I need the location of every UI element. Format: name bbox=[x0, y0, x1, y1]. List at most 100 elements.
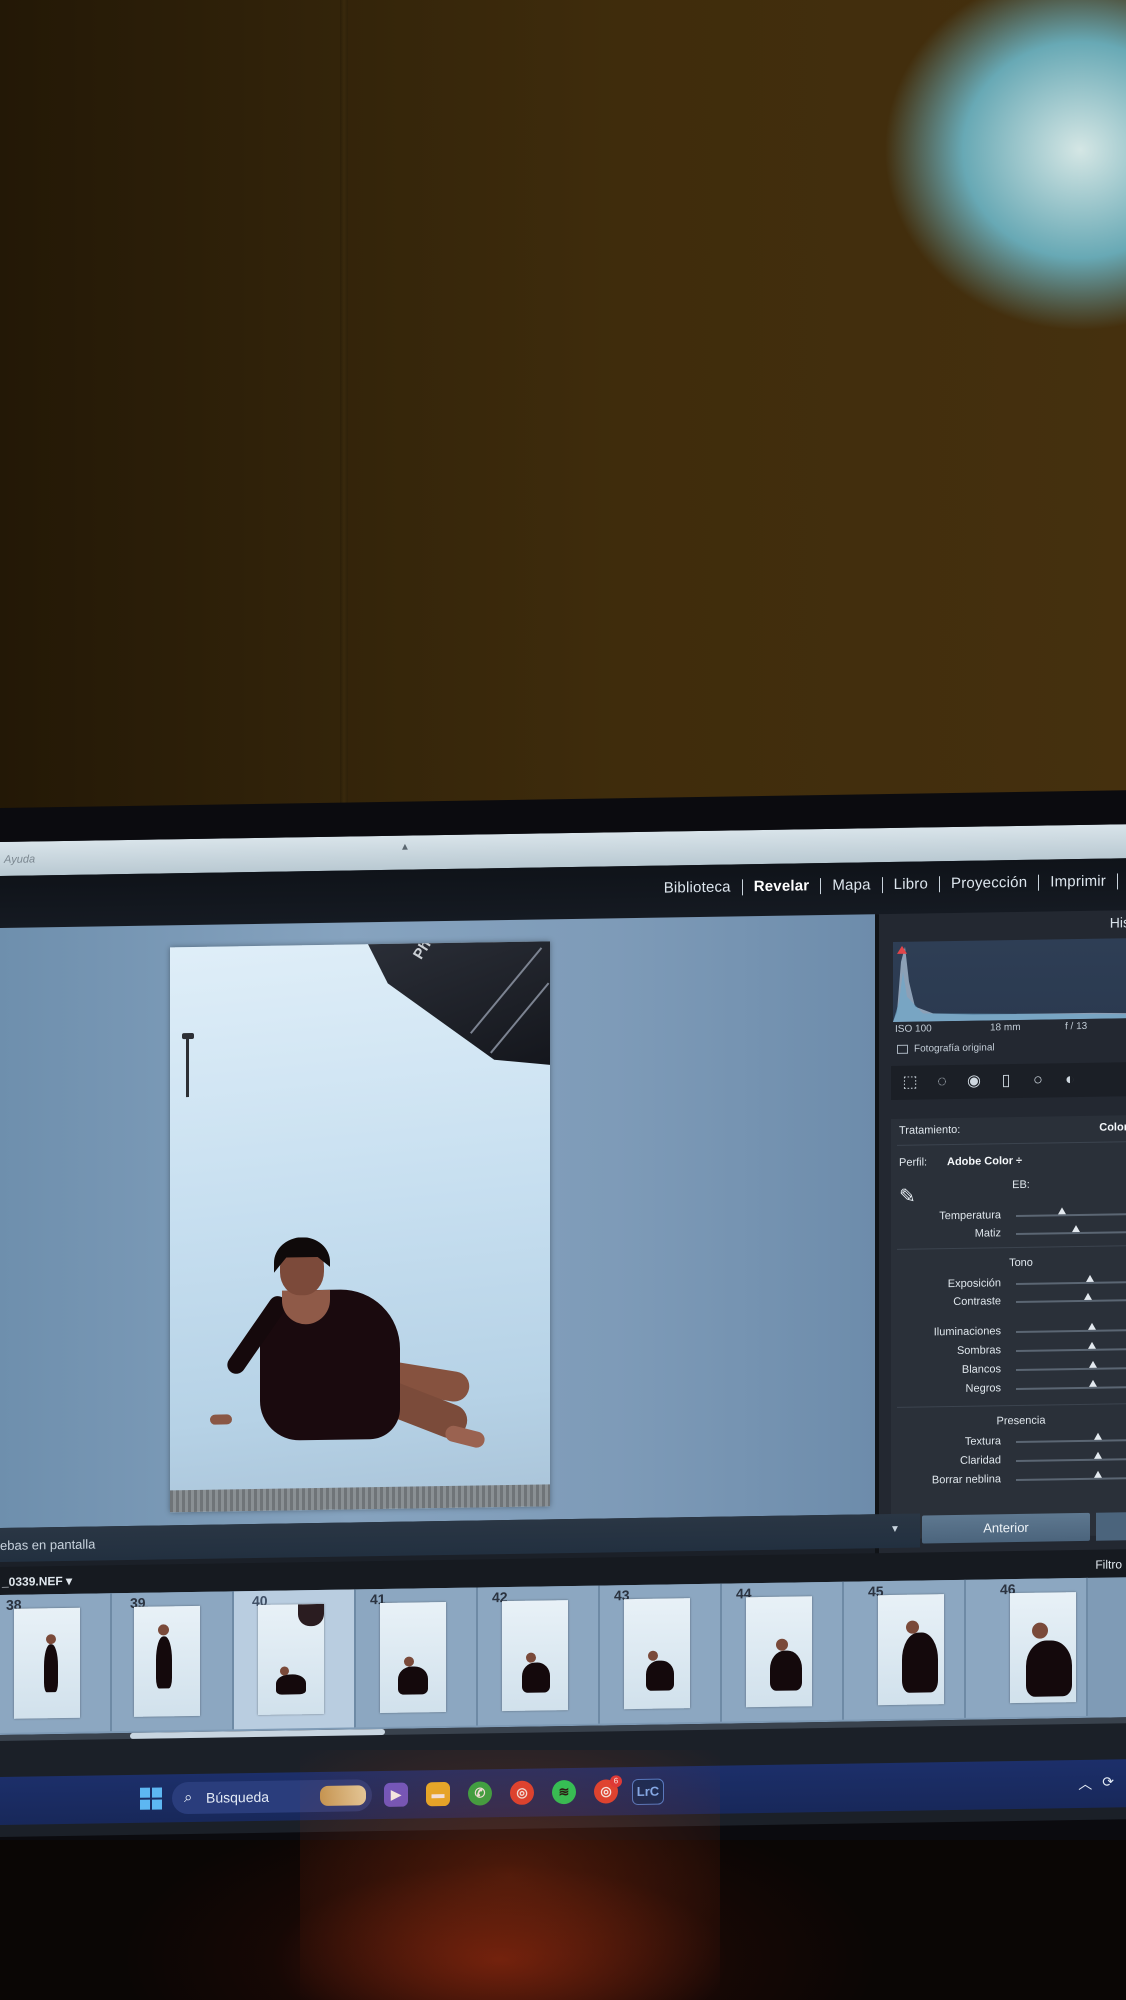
whatsapp-icon[interactable]: ✆ bbox=[468, 1781, 492, 1806]
filmstrip-cell[interactable]: 41 bbox=[356, 1587, 478, 1728]
photo-viewer[interactable]: Photo bbox=[0, 914, 875, 1528]
histogram-graph bbox=[893, 946, 1126, 1022]
module-libro[interactable]: Libro bbox=[883, 875, 939, 893]
module-revelar[interactable]: Revelar bbox=[743, 877, 821, 895]
tint-slider[interactable] bbox=[1016, 1231, 1126, 1236]
spotify-icon[interactable]: ≋ bbox=[552, 1779, 576, 1805]
toolbar-menu-icon[interactable]: ▼ bbox=[890, 1524, 900, 1535]
filmstrip-cell[interactable]: 44 bbox=[722, 1581, 844, 1722]
red-eye-icon[interactable]: ◉ bbox=[965, 1073, 983, 1091]
blacks-slider-thumb[interactable] bbox=[1088, 1379, 1097, 1387]
tint-slider-thumb[interactable] bbox=[1072, 1225, 1080, 1233]
taskbar-search[interactable]: ⌕ Búsqueda bbox=[172, 1779, 372, 1815]
filmstrip-cell[interactable]: 38 bbox=[0, 1593, 112, 1734]
thumb-figure bbox=[522, 1662, 550, 1693]
original-photo-checkbox[interactable] bbox=[897, 1044, 908, 1054]
module-biblioteca[interactable]: Biblioteca bbox=[653, 878, 742, 897]
temperature-slider-thumb[interactable] bbox=[1057, 1207, 1066, 1215]
main-photo[interactable]: Photo bbox=[170, 941, 550, 1513]
divider bbox=[897, 1141, 1126, 1146]
module-imprimir[interactable]: Imprimir bbox=[1039, 872, 1117, 891]
divider bbox=[897, 1403, 1126, 1408]
sync-icon[interactable]: ⟳ bbox=[1102, 1773, 1114, 1793]
thumb-head bbox=[526, 1652, 536, 1663]
slider-label: Negros bbox=[965, 1382, 1001, 1395]
file-explorer-icon[interactable]: ▬ bbox=[426, 1781, 450, 1807]
filmstrip-cell[interactable]: 46 bbox=[966, 1577, 1088, 1718]
help-menu[interactable]: Ayuda bbox=[4, 853, 35, 865]
module-proyeccion[interactable]: Proyección bbox=[940, 874, 1038, 893]
filter-label[interactable]: Filtro bbox=[1095, 1557, 1122, 1571]
module-mapa[interactable]: Mapa bbox=[821, 876, 881, 894]
chrome-icon[interactable]: ◎ bbox=[510, 1780, 534, 1805]
treatment-color-option[interactable]: Color bbox=[1099, 1121, 1126, 1133]
chevron-up-icon[interactable]: ︿ bbox=[1078, 1774, 1092, 1794]
exif-info: ISO 100 18 mm f / 13 bbox=[895, 1020, 1126, 1035]
histogram[interactable] bbox=[893, 938, 1126, 1022]
dehaze-slider-thumb[interactable] bbox=[1093, 1470, 1102, 1478]
reset-button[interactable] bbox=[1096, 1512, 1126, 1541]
search-highlight-image bbox=[320, 1785, 366, 1806]
soft-proofing-label[interactable]: ebas en pantalla bbox=[0, 1537, 95, 1553]
dehaze-slider[interactable] bbox=[1016, 1477, 1126, 1482]
temperature-slider[interactable] bbox=[1016, 1213, 1126, 1218]
original-photo-toggle[interactable]: Fotografía original bbox=[897, 1042, 995, 1055]
contrast-slider-thumb[interactable] bbox=[1084, 1292, 1092, 1300]
treatment-label: Tratamiento: bbox=[899, 1123, 961, 1137]
collapse-top-panel-icon[interactable]: ▲ bbox=[400, 842, 410, 853]
previous-button[interactable]: Anterior bbox=[922, 1512, 1090, 1544]
thumb-figure bbox=[902, 1632, 938, 1693]
thumbnail bbox=[502, 1600, 568, 1712]
windows-start-icon[interactable] bbox=[140, 1787, 162, 1810]
slider-label: Sombras bbox=[956, 1344, 1001, 1357]
slider-label: Contraste bbox=[953, 1295, 1001, 1309]
healing-icon[interactable]: ◌ bbox=[933, 1073, 951, 1091]
whites-slider[interactable] bbox=[1016, 1367, 1126, 1372]
filmstrip-cell[interactable]: 43 bbox=[600, 1583, 722, 1724]
thumb-figure bbox=[1026, 1640, 1072, 1697]
slider-label: Iluminaciones bbox=[933, 1325, 1001, 1339]
clarity-slider[interactable] bbox=[1016, 1458, 1126, 1463]
slider-label: Matiz bbox=[974, 1227, 1001, 1240]
shadows-slider-thumb[interactable] bbox=[1087, 1341, 1096, 1349]
thumb-softbox bbox=[298, 1603, 324, 1627]
graduated-filter-icon[interactable]: ▯ bbox=[997, 1072, 1015, 1090]
exif-focal: 18 mm bbox=[990, 1021, 1021, 1034]
lightroom-classic-icon[interactable]: LrC bbox=[632, 1778, 664, 1806]
basic-panel: Tratamiento: Color Perfil: Adobe Color ÷… bbox=[891, 1115, 1126, 1540]
thumb-figure bbox=[156, 1636, 172, 1689]
shadow-clipping-warning-icon[interactable] bbox=[897, 945, 907, 954]
current-filename[interactable]: _0339.NEF ▾ bbox=[2, 1574, 72, 1589]
contrast-slider[interactable] bbox=[1016, 1299, 1126, 1304]
slider-label: Claridad bbox=[960, 1454, 1001, 1467]
thumb-head bbox=[648, 1650, 658, 1661]
texture-slider[interactable] bbox=[1016, 1439, 1126, 1444]
exposure-slider-thumb[interactable] bbox=[1086, 1274, 1095, 1282]
thumbnail bbox=[878, 1594, 944, 1706]
meet-icon[interactable]: ▶ bbox=[384, 1782, 408, 1807]
brush-icon[interactable]: ◐ bbox=[1061, 1071, 1079, 1089]
windows-taskbar: ⌕ Búsqueda ▶ ▬ ✆ ◎ ≋ ◎ 6 LrC ︿ ⟳ bbox=[0, 1759, 1126, 1825]
filmstrip-cell[interactable]: 42 bbox=[478, 1585, 600, 1726]
filmstrip-cell-selected[interactable]: 40 bbox=[234, 1589, 356, 1730]
clarity-slider-thumb[interactable] bbox=[1093, 1451, 1102, 1459]
crop-icon[interactable]: ⬚ bbox=[901, 1074, 919, 1092]
profile-select[interactable]: Adobe Color ÷ bbox=[947, 1155, 1022, 1168]
texture-slider-thumb[interactable] bbox=[1093, 1432, 1102, 1440]
thumbnail bbox=[258, 1603, 324, 1715]
histogram-header[interactable]: His bbox=[1110, 914, 1126, 930]
exposure-slider[interactable] bbox=[1016, 1281, 1126, 1286]
slider-label: Blancos bbox=[961, 1363, 1001, 1376]
highlights-slider-thumb[interactable] bbox=[1087, 1322, 1096, 1330]
whites-slider-thumb[interactable] bbox=[1088, 1360, 1097, 1368]
shadows-slider[interactable] bbox=[1016, 1348, 1126, 1353]
radial-filter-icon[interactable]: ○ bbox=[1029, 1072, 1047, 1090]
search-icon: ⌕ bbox=[184, 1788, 193, 1807]
thumb-head bbox=[776, 1638, 788, 1651]
filmstrip-cell[interactable]: 39 bbox=[112, 1591, 234, 1732]
filmstrip-cell[interactable]: 45 bbox=[844, 1579, 966, 1720]
module-separator bbox=[1117, 872, 1118, 889]
blacks-slider[interactable] bbox=[1016, 1386, 1126, 1391]
highlights-slider[interactable] bbox=[1016, 1329, 1126, 1334]
thumb-figure bbox=[770, 1650, 802, 1691]
